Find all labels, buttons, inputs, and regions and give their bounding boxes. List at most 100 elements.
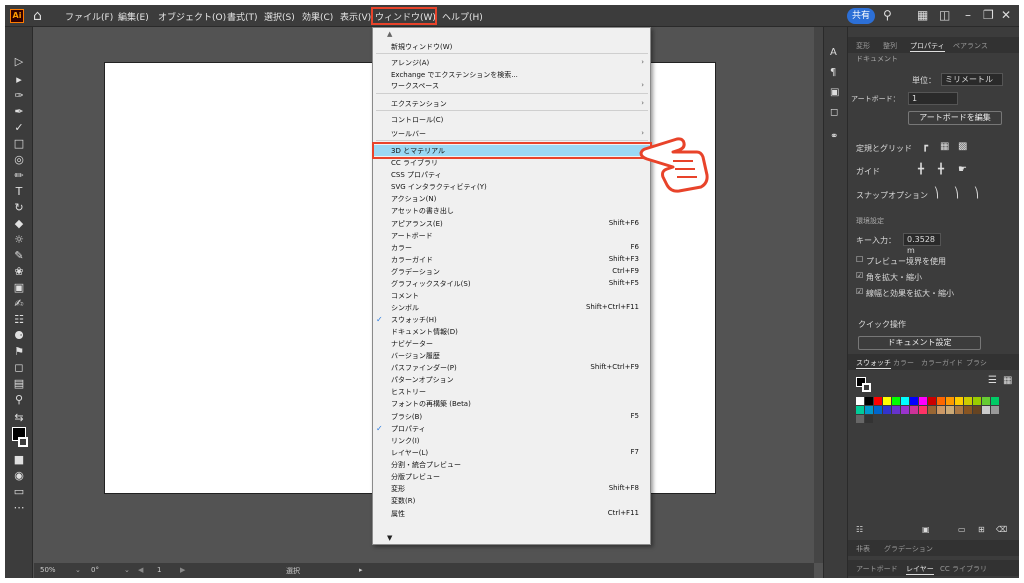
- workspace-icon[interactable]: ◫: [939, 8, 950, 22]
- type-tool-icon[interactable]: T: [12, 185, 26, 199]
- home-icon[interactable]: ⌂: [33, 8, 42, 24]
- tab-color[interactable]: カラー: [893, 358, 914, 368]
- checkbox-preview-bounds[interactable]: ☐: [856, 255, 863, 264]
- menu-item-row[interactable]: アートボード: [373, 231, 650, 241]
- links-panel-icon[interactable]: ⚭: [830, 131, 838, 142]
- close-icon[interactable]: ✕: [1001, 8, 1011, 22]
- swatch-chip[interactable]: [982, 397, 990, 405]
- swatch-chip[interactable]: [937, 397, 945, 405]
- menu-item-row[interactable]: 3D とマテリアル: [373, 146, 650, 156]
- swatch-chip[interactable]: [937, 406, 945, 414]
- tab-artboards[interactable]: アートボード: [856, 564, 898, 574]
- anchor-tool-icon[interactable]: ✓: [12, 121, 26, 135]
- swatch-chip[interactable]: [856, 415, 864, 423]
- menu-item-row[interactable]: ワークスペース ›: [373, 81, 650, 91]
- menu-item-row[interactable]: コントロール(C): [373, 115, 650, 125]
- swatch-stroke-icon[interactable]: [862, 383, 871, 392]
- delete-swatch-icon[interactable]: ⌫: [996, 525, 1007, 534]
- tab-align[interactable]: 整列: [883, 41, 897, 51]
- zoom-dropdown-icon[interactable]: ⌄: [75, 566, 81, 574]
- menu-item-row[interactable]: レイヤー(L) F7: [373, 448, 650, 458]
- tab-swatches[interactable]: スウォッチ: [856, 358, 891, 369]
- menu-item-row[interactable]: ヒストリー: [373, 387, 650, 397]
- swatch-chip[interactable]: [910, 406, 918, 414]
- menu-item-row[interactable]: パターンオプション: [373, 375, 650, 385]
- more-tools-icon[interactable]: ⋯: [12, 501, 26, 515]
- tab-properties[interactable]: プロパティ: [910, 41, 945, 52]
- glyphs-panel-icon[interactable]: ▣: [830, 87, 839, 98]
- rotate-tool-icon[interactable]: ↻: [12, 201, 26, 215]
- menu-edit[interactable]: 編集(E): [118, 10, 149, 23]
- checkbox-scale-strokes[interactable]: ☑: [856, 287, 863, 296]
- key-input-field[interactable]: 0.3528 m: [903, 233, 941, 255]
- swatch-chip[interactable]: [892, 397, 900, 405]
- menu-view[interactable]: 表示(V): [340, 10, 371, 23]
- minimize-icon[interactable]: –: [965, 8, 971, 22]
- swatch-chip[interactable]: [946, 397, 954, 405]
- menu-item-row[interactable]: スウォッチ(H) ✓: [373, 315, 650, 325]
- selection-tool-icon[interactable]: ▷: [12, 55, 26, 69]
- menu-item-row[interactable]: ドキュメント情報(D): [373, 327, 650, 337]
- edit-artboard-button[interactable]: アートボードを編集: [908, 111, 1002, 125]
- swatch-chip[interactable]: [901, 406, 909, 414]
- menu-item-row[interactable]: アセットの書き出し: [373, 206, 650, 216]
- menu-item-row[interactable]: プロパティ ✓: [373, 424, 650, 434]
- mesh-tool-icon[interactable]: ☷: [12, 313, 26, 327]
- swatch-chip[interactable]: [991, 406, 999, 414]
- menu-item-row[interactable]: カラーガイド Shift+F3: [373, 255, 650, 265]
- shape-builder-icon[interactable]: ◎: [12, 153, 26, 167]
- angle-dropdown-icon[interactable]: ⌄: [124, 566, 130, 574]
- new-swatch-icon[interactable]: ⊞: [978, 525, 985, 534]
- menu-item-row[interactable]: リンク(I): [373, 436, 650, 446]
- list-view-icon[interactable]: ☰: [988, 375, 997, 386]
- direct-selection-tool-icon[interactable]: ▸: [12, 73, 26, 87]
- smart-guides-icon[interactable]: ☛: [958, 164, 967, 175]
- tab-brushes[interactable]: ブラシ: [966, 358, 987, 368]
- swatch-chip[interactable]: [919, 406, 927, 414]
- unit-select[interactable]: ミリメートル: [941, 73, 1003, 86]
- menu-item-row[interactable]: 変形 Shift+F8: [373, 484, 650, 494]
- menu-item-row[interactable]: パスファインダー(P) Shift+Ctrl+F9: [373, 363, 650, 373]
- menu-object[interactable]: オブジェクト(O): [158, 10, 226, 23]
- swatch-chip[interactable]: [856, 406, 864, 414]
- guides-lock-icon[interactable]: ╋: [938, 164, 944, 175]
- zoom-level[interactable]: 50%: [40, 566, 56, 574]
- swatch-chip[interactable]: [946, 406, 954, 414]
- swatch-chip[interactable]: [892, 406, 900, 414]
- warp-tool-icon[interactable]: ☼: [12, 233, 26, 247]
- first-page-icon[interactable]: ◀: [138, 566, 143, 574]
- tab-layers[interactable]: レイヤー: [906, 564, 934, 575]
- menu-item-row[interactable]: エクステンション ›: [373, 99, 650, 109]
- menu-item-row[interactable]: ツールバー ›: [373, 129, 650, 139]
- share-button[interactable]: 共有: [847, 8, 875, 24]
- menu-item-row[interactable]: Exchange でエクステンションを検索...: [373, 70, 650, 80]
- menu-item-row[interactable]: フォントの再構築 (Beta): [373, 399, 650, 409]
- menu-item-row[interactable]: 分割・統合プレビュー: [373, 460, 650, 470]
- swatch-library-icon[interactable]: ☷: [856, 525, 863, 534]
- menu-item-row[interactable]: グラフィックスタイル(S) Shift+F5: [373, 279, 650, 289]
- rotation-angle[interactable]: 0°: [91, 566, 99, 574]
- menu-item-row[interactable]: バージョン履歴: [373, 351, 650, 361]
- guides-show-icon[interactable]: ╋: [918, 164, 924, 175]
- slice-tool-icon[interactable]: ▤: [12, 377, 26, 391]
- swatch-chip[interactable]: [964, 397, 972, 405]
- transform-panel-icon[interactable]: ◻: [830, 107, 838, 118]
- document-setup-button[interactable]: ドキュメント設定: [858, 336, 981, 350]
- snap-pixel-icon[interactable]: ⎞: [954, 188, 959, 199]
- paintbrush-tool-icon[interactable]: ✏: [12, 169, 26, 183]
- stroke-color-icon[interactable]: [18, 437, 28, 447]
- swatch-chip[interactable]: [955, 397, 963, 405]
- swatch-chip[interactable]: [955, 406, 963, 414]
- swatch-chip[interactable]: [874, 397, 882, 405]
- menu-item-row[interactable]: アレンジ(A) ›: [373, 58, 650, 68]
- curvature-tool-icon[interactable]: ✒: [12, 105, 26, 119]
- ruler-icon[interactable]: ┏: [922, 141, 928, 152]
- swatch-chip[interactable]: [901, 397, 909, 405]
- swatch-chip[interactable]: [982, 406, 990, 414]
- menu-item-row[interactable]: SVG インタラクティビティ(Y): [373, 182, 650, 192]
- tab-transparency[interactable]: 非表: [856, 544, 870, 554]
- gradient-tool-icon[interactable]: ▣: [12, 281, 26, 295]
- menu-item-row[interactable]: 変数(R): [373, 496, 650, 506]
- menu-item-row[interactable]: アクション(N): [373, 194, 650, 204]
- swatch-chip[interactable]: [865, 415, 873, 423]
